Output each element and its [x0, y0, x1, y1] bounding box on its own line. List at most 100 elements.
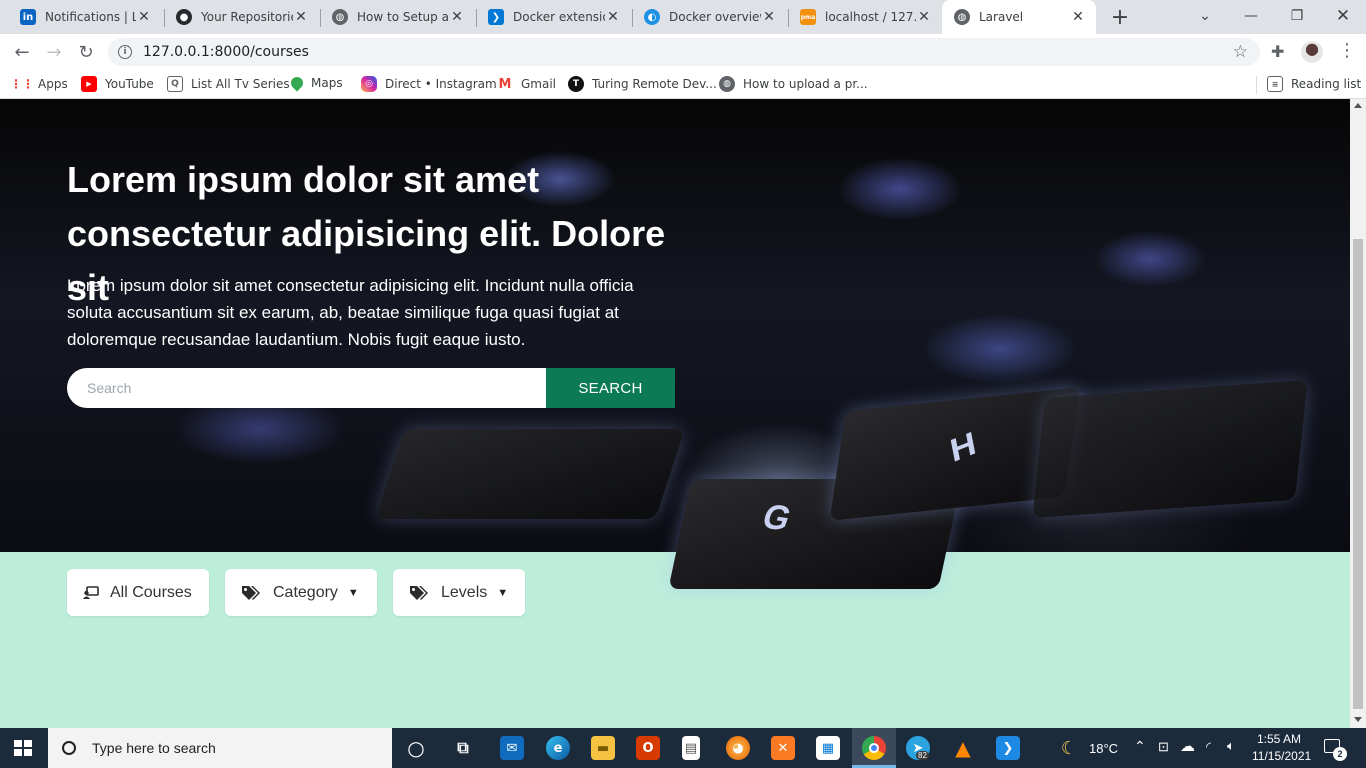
browser-menu-icon[interactable]: ⋮ [1338, 40, 1356, 61]
office-icon[interactable]: O [636, 736, 660, 760]
new-tab-button[interactable]: + [1108, 5, 1132, 30]
youtube-icon: ▶ [81, 76, 97, 92]
onedrive-cloud-icon[interactable]: ☁ [1180, 737, 1195, 755]
globe-icon: ◍ [954, 9, 970, 25]
forward-arrow-icon[interactable]: → [41, 39, 67, 65]
close-icon[interactable]: ✕ [761, 9, 777, 25]
scroll-down-arrow-icon[interactable] [1354, 717, 1362, 722]
hero-banner: G H Lorem ipsum dolor sit amet consectet… [0, 99, 1350, 589]
weather-temperature[interactable]: 18°C [1089, 741, 1118, 756]
tab-linkedin[interactable]: in Notifications | Lin ✕ [8, 0, 162, 34]
bookmark-label: How to upload a pr... [743, 77, 868, 91]
file-explorer-icon[interactable]: ▬ [591, 736, 615, 760]
firefox-icon[interactable]: ◕ [726, 736, 750, 760]
extensions-puzzle-icon[interactable]: ✚ [1271, 42, 1284, 61]
xampp-icon[interactable]: ✕ [771, 736, 795, 760]
weather-moon-icon[interactable]: ☾ [1057, 736, 1081, 760]
scrollbar-thumb[interactable] [1353, 239, 1363, 709]
chevron-down-icon: ▼ [497, 586, 509, 599]
bookmark-label: Turing Remote Dev... [592, 77, 717, 91]
tab-search-chevron-icon[interactable]: ⌄ [1182, 0, 1228, 32]
clock-date[interactable]: 11/15/2021 [1252, 749, 1311, 763]
close-icon[interactable]: ✕ [136, 9, 152, 25]
bookmark-youtube[interactable]: ▶ YouTube [81, 76, 154, 92]
bookmarks-bar: ⋮⋮ Apps ▶ YouTube Q List All Tv Series M… [0, 70, 1366, 99]
clock-time[interactable]: 1:55 AM [1257, 732, 1301, 746]
volume-icon[interactable]: 🔈︎ [1227, 738, 1235, 754]
reading-list-button[interactable]: ≡ Reading list [1267, 76, 1361, 92]
tab-laravel-active[interactable]: ◍ Laravel ✕ [942, 0, 1096, 34]
close-icon[interactable]: ✕ [605, 9, 621, 25]
category-label: Category [273, 583, 338, 601]
wifi-icon[interactable]: ◜ [1206, 739, 1211, 755]
back-arrow-icon[interactable]: ← [9, 39, 35, 65]
reload-icon[interactable]: ↻ [73, 39, 99, 65]
key-glyph-g: G [757, 497, 797, 539]
maps-pin-icon [288, 74, 306, 92]
windows-start-icon[interactable] [14, 740, 32, 756]
tab-setup-guide[interactable]: ◍ How to Setup a L ✕ [320, 0, 475, 34]
mail-icon[interactable]: ✉ [500, 736, 524, 760]
tags-icon [409, 585, 429, 601]
course-search-input[interactable] [67, 368, 547, 408]
edge-icon[interactable]: e [546, 736, 570, 760]
tab-github[interactable]: ● Your Repositories ✕ [164, 0, 319, 34]
tab-docker-overview[interactable]: ◐ Docker overview ✕ [632, 0, 787, 34]
cortana-icon[interactable]: ○ [404, 736, 428, 760]
levels-label: Levels [441, 583, 488, 601]
store-icon[interactable]: ▦ [816, 736, 840, 760]
task-view-icon[interactable]: ⧉ [451, 736, 475, 760]
bookmark-turing[interactable]: T Turing Remote Dev... [568, 76, 717, 92]
bookmark-label: Gmail [521, 77, 557, 91]
meet-now-icon[interactable]: ⊡ [1158, 739, 1169, 755]
bookmark-tv-series[interactable]: Q List All Tv Series [167, 76, 290, 92]
bookmark-maps[interactable]: Maps [288, 74, 343, 92]
bookmark-instagram[interactable]: ◎ Direct • Instagram [361, 76, 497, 92]
close-icon[interactable]: ✕ [293, 9, 309, 25]
profile-avatar[interactable] [1301, 41, 1323, 63]
course-search-form: SEARCH [67, 368, 675, 408]
tab-docker-extension[interactable]: ❯ Docker extension ✕ [476, 0, 631, 34]
restore-button[interactable]: ❐ [1274, 0, 1320, 32]
document-icon[interactable]: ▤ [682, 736, 700, 760]
vscode-icon: ❯ [488, 9, 504, 25]
bookmark-apps[interactable]: ⋮⋮ Apps [10, 76, 68, 92]
bookmark-gmail[interactable]: M Gmail [497, 76, 556, 92]
bookmark-label: YouTube [105, 77, 154, 91]
phpmyadmin-icon: pma [800, 9, 816, 25]
close-icon[interactable]: ✕ [916, 9, 932, 25]
tray-chevron-up-icon[interactable]: ⌃ [1134, 738, 1146, 755]
page-scrollbar[interactable] [1350, 99, 1366, 728]
bookmark-star-icon[interactable]: ☆ [1233, 42, 1248, 62]
tab-phpmyadmin[interactable]: pma localhost / 127.0. ✕ [788, 0, 942, 34]
site-info-icon[interactable]: i [118, 45, 132, 59]
taskbar-search-box[interactable]: Type here to search [48, 728, 392, 768]
globe-icon: ◍ [719, 76, 735, 92]
telegram-unread-badge: 82 [916, 751, 929, 760]
globe-icon: ◍ [332, 9, 348, 25]
windows-taskbar: Type here to search ○ ⧉ ✉ e ▬ O ▤ ◕ ✕ ▦ … [0, 728, 1366, 768]
tv-icon: Q [167, 76, 183, 92]
category-dropdown[interactable]: Category ▼ [225, 569, 377, 616]
browser-toolbar: ← → ↻ i 127.0.0.1:8000/courses ☆ ✚ ⋮ [0, 34, 1366, 70]
close-icon[interactable]: ✕ [1070, 9, 1086, 25]
close-icon[interactable]: ✕ [449, 9, 465, 25]
vlc-icon[interactable]: ▲ [951, 736, 975, 760]
chrome-icon[interactable] [862, 736, 886, 760]
window-close-button[interactable]: ✕ [1320, 0, 1366, 32]
vscode-icon[interactable]: ❯ [996, 736, 1020, 760]
search-button[interactable]: SEARCH [546, 368, 675, 408]
keyboard-key [1032, 380, 1308, 518]
address-bar[interactable]: i 127.0.0.1:8000/courses ☆ [108, 38, 1260, 66]
tab-title: How to Setup a L [357, 10, 449, 24]
url-text[interactable]: 127.0.0.1:8000/courses [143, 44, 309, 60]
bookmark-label: List All Tv Series [191, 77, 290, 91]
search-icon [62, 741, 76, 755]
bookmarks-divider [1256, 76, 1257, 94]
all-courses-button[interactable]: All Courses [67, 569, 209, 616]
minimize-button[interactable]: — [1228, 0, 1274, 32]
scroll-up-arrow-icon[interactable] [1354, 103, 1362, 108]
bookmark-upload-guide[interactable]: ◍ How to upload a pr... [719, 76, 868, 92]
levels-dropdown[interactable]: Levels ▼ [393, 569, 525, 616]
keyboard-key [375, 429, 685, 519]
